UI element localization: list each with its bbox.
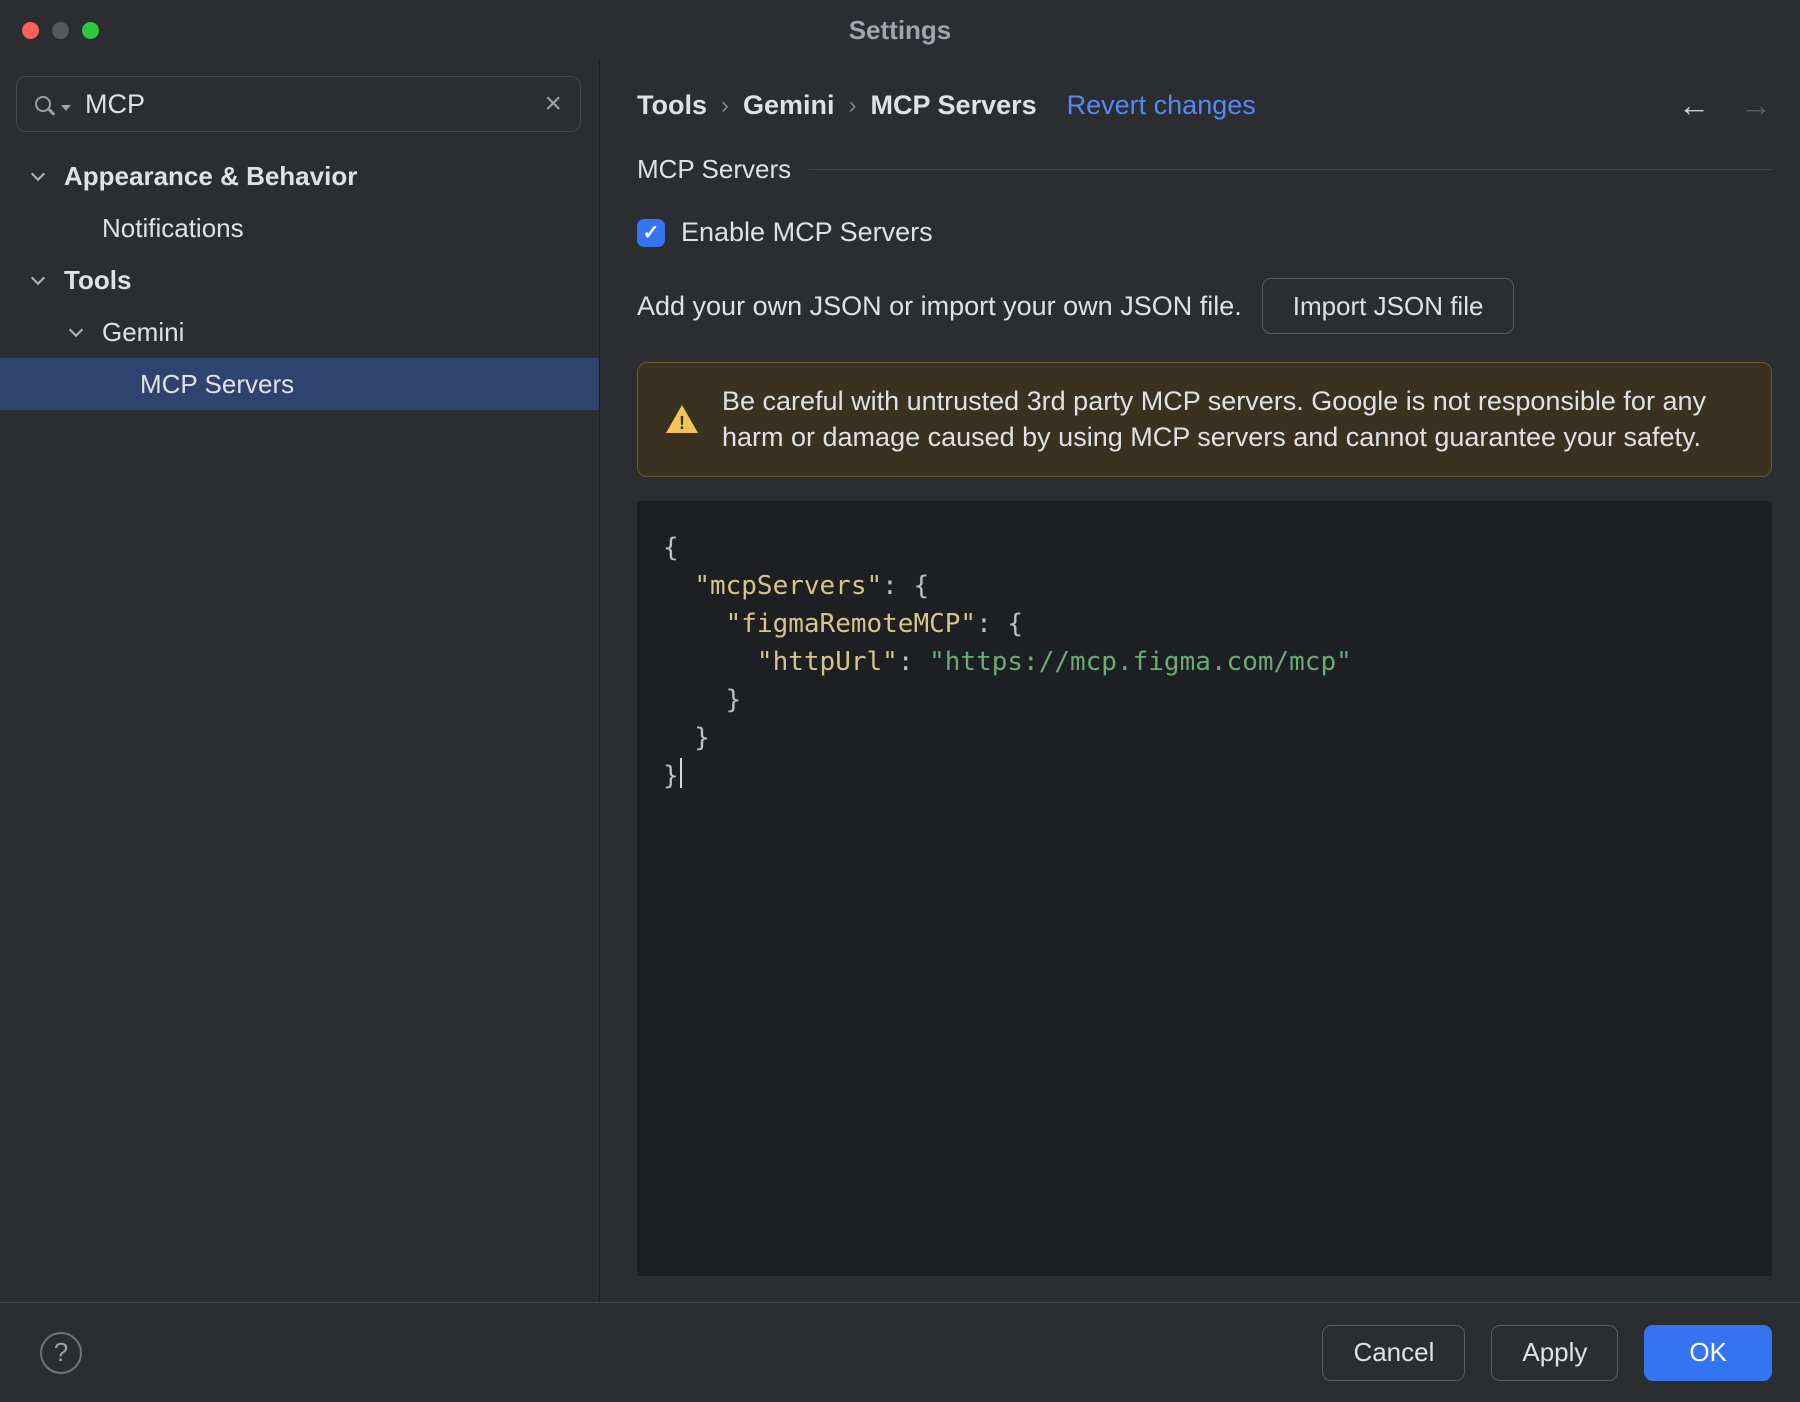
- sidebar-item-label: Appearance & Behavior: [64, 160, 358, 191]
- code-line: "mcpServers": {: [694, 570, 930, 601]
- sidebar-item-label: MCP Servers: [140, 368, 295, 399]
- sidebar-item-label: Gemini: [102, 316, 185, 347]
- code-line: {: [663, 532, 679, 563]
- breadcrumb-separator: ›: [721, 92, 729, 119]
- code-line: }: [663, 757, 1752, 795]
- section-divider: [809, 169, 1772, 170]
- enable-mcp-label[interactable]: Enable MCP Servers: [681, 217, 933, 248]
- check-icon: ✓: [642, 221, 660, 244]
- chevron-down-icon[interactable]: [30, 166, 64, 181]
- json-editor[interactable]: { "mcpServers": { "figmaRemoteMCP": { "h…: [637, 500, 1772, 1276]
- content: Tools › Gemini › MCP Servers Revert changes …: [601, 60, 1800, 1302]
- sidebar-item-label: Tools: [64, 264, 132, 295]
- revert-changes-link[interactable]: Revert changes: [1067, 90, 1256, 121]
- breadcrumb-item[interactable]: MCP Servers: [871, 90, 1037, 121]
- search-history-caret-icon[interactable]: [61, 105, 71, 111]
- clear-search-icon[interactable]: ×: [544, 89, 562, 119]
- back-arrow-icon[interactable]: ←: [1678, 89, 1710, 121]
- window-title: Settings: [848, 14, 952, 45]
- footer-buttons: Cancel Apply OK: [1322, 1324, 1772, 1381]
- help-icon[interactable]: ?: [40, 1331, 82, 1374]
- chevron-down-icon[interactable]: [30, 270, 64, 285]
- close-button[interactable]: [22, 21, 39, 39]
- zoom-button[interactable]: [82, 21, 99, 39]
- titlebar: Settings: [0, 0, 1800, 60]
- breadcrumb-row: Tools › Gemini › MCP Servers Revert changes …: [637, 82, 1772, 128]
- import-row: Add your own JSON or import your own JSO…: [637, 278, 1772, 334]
- code-line: }: [663, 722, 710, 753]
- minimize-button[interactable]: [52, 21, 69, 39]
- warning-text: Be careful with untrusted 3rd party MCP …: [722, 386, 1706, 453]
- import-json-text: Add your own JSON or import your own JSO…: [637, 290, 1242, 321]
- sidebar-item-mcp-servers[interactable]: MCP Servers: [0, 358, 599, 410]
- search-input[interactable]: [85, 88, 537, 120]
- history-nav: ← →: [1678, 89, 1772, 121]
- sidebar: × Appearance & Behavior Notifications Tool…: [0, 60, 600, 1302]
- forward-arrow-icon[interactable]: →: [1740, 89, 1772, 121]
- traffic-lights: [22, 0, 99, 60]
- code-line: "httpUrl": "https://mcp.figma.com/mcp": [756, 646, 1352, 677]
- enable-mcp-checkbox[interactable]: ✓: [637, 218, 665, 247]
- section-title: MCP Servers: [637, 154, 792, 184]
- settings-tree: Appearance & Behavior Notifications Tools G…: [0, 150, 599, 410]
- breadcrumb-item[interactable]: Tools: [637, 90, 707, 121]
- sidebar-item-label: Notifications: [102, 212, 244, 243]
- breadcrumb-item[interactable]: Gemini: [743, 90, 835, 121]
- warning-icon: !: [664, 403, 700, 435]
- footer: ? Cancel Apply OK: [0, 1302, 1800, 1402]
- import-json-button[interactable]: Import JSON file: [1261, 278, 1515, 334]
- code-line: "figmaRemoteMCP": {: [725, 608, 1024, 639]
- code-line: }: [663, 684, 742, 715]
- text-cursor: [679, 757, 682, 788]
- breadcrumb: Tools › Gemini › MCP Servers: [637, 90, 1037, 121]
- search-field[interactable]: ×: [16, 76, 581, 132]
- apply-button[interactable]: Apply: [1491, 1324, 1619, 1381]
- sidebar-item-notifications[interactable]: Notifications: [0, 202, 599, 254]
- section-header: MCP Servers: [637, 154, 1772, 185]
- search-icon: [35, 96, 51, 112]
- sidebar-item-tools[interactable]: Tools: [0, 254, 599, 306]
- breadcrumb-separator: ›: [848, 92, 857, 119]
- warning-banner: ! Be careful with untrusted 3rd party MC…: [637, 362, 1772, 477]
- ok-button[interactable]: OK: [1644, 1324, 1772, 1381]
- sidebar-item-appearance-behavior[interactable]: Appearance & Behavior: [0, 150, 599, 202]
- sidebar-item-gemini[interactable]: Gemini: [0, 306, 599, 358]
- chevron-down-icon[interactable]: [68, 322, 102, 337]
- cancel-button[interactable]: Cancel: [1322, 1324, 1466, 1381]
- enable-mcp-row: ✓ Enable MCP Servers: [637, 217, 1772, 248]
